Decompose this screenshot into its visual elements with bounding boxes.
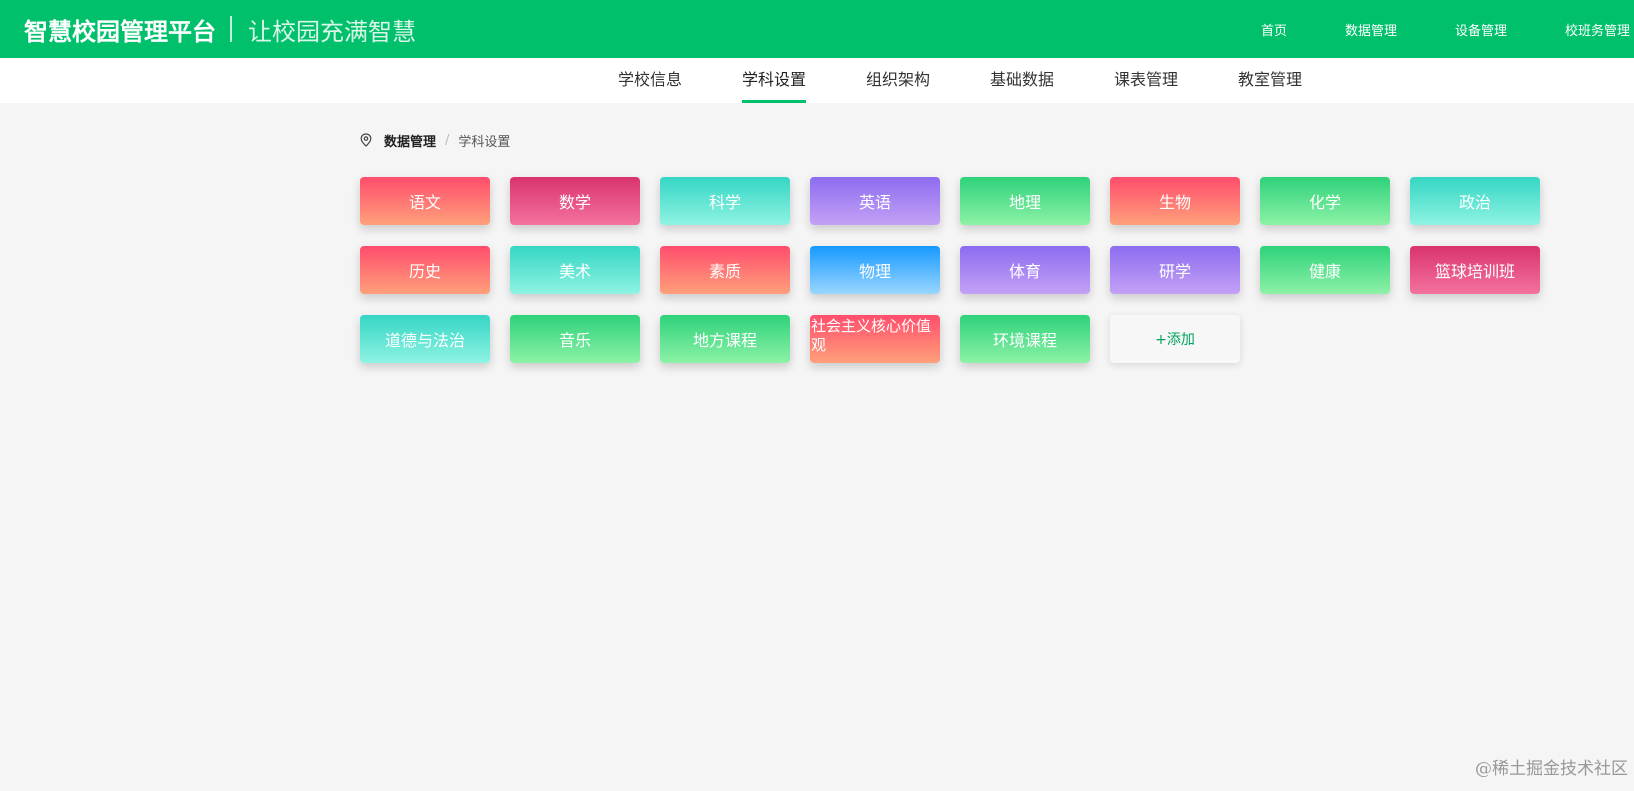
subject-card-music[interactable]: 音乐 <box>510 315 640 363</box>
subject-card-science[interactable]: 科学 <box>660 177 790 225</box>
breadcrumb-current: 学科设置 <box>458 134 511 150</box>
brand: 智慧校园管理平台 让校园充满智慧 <box>24 0 416 58</box>
tab-school-info[interactable]: 学校信息 <box>618 58 682 103</box>
subject-card-biology[interactable]: 生物 <box>1110 177 1240 225</box>
tab-organization[interactable]: 组织架构 <box>866 58 930 103</box>
subject-card-local-course[interactable]: 地方课程 <box>660 315 790 363</box>
top-nav-device-management[interactable]: 设备管理 <box>1455 20 1507 39</box>
subject-card-study-tour[interactable]: 研学 <box>1110 246 1240 294</box>
app-title: 智慧校园管理平台 <box>24 17 216 46</box>
sub-nav: 学校信息 学科设置 组织架构 基础数据 课表管理 教室管理 <box>0 58 1634 103</box>
subject-card-health[interactable]: 健康 <box>1260 246 1390 294</box>
subject-card-geography[interactable]: 地理 <box>960 177 1090 225</box>
tab-subject-settings[interactable]: 学科设置 <box>742 58 807 103</box>
subject-card-history[interactable]: 历史 <box>360 246 490 294</box>
top-nav: 首页 数据管理 设备管理 校班务管理 <box>1203 0 1634 58</box>
breadcrumb: 数据管理 / 学科设置 <box>360 130 510 150</box>
top-header: 智慧校园管理平台 让校园充满智慧 首页 数据管理 设备管理 校班务管理 <box>0 0 1634 58</box>
subject-card-politics[interactable]: 政治 <box>1410 177 1540 225</box>
subject-card-core-values[interactable]: 社会主义核心价值观 <box>810 315 940 363</box>
subject-card-morality-law[interactable]: 道德与法治 <box>360 315 490 363</box>
subject-card-environment[interactable]: 环境课程 <box>960 315 1090 363</box>
top-nav-home[interactable]: 首页 <box>1261 20 1287 39</box>
tab-timetable[interactable]: 课表管理 <box>1114 58 1178 103</box>
breadcrumb-separator: / <box>445 132 450 148</box>
subject-card-art[interactable]: 美术 <box>510 246 640 294</box>
subject-card-quality[interactable]: 素质 <box>660 246 790 294</box>
subject-card-basketball[interactable]: 篮球培训班 <box>1410 246 1540 294</box>
subject-card-chemistry[interactable]: 化学 <box>1260 177 1390 225</box>
subject-card-pe[interactable]: 体育 <box>960 246 1090 294</box>
location-pin-icon <box>360 133 372 147</box>
top-nav-class-affairs[interactable]: 校班务管理 <box>1565 20 1630 39</box>
tab-basic-data[interactable]: 基础数据 <box>990 58 1054 103</box>
app-slogan: 让校园充满智慧 <box>248 17 416 46</box>
top-nav-data-management[interactable]: 数据管理 <box>1345 20 1397 39</box>
tab-classroom[interactable]: 教室管理 <box>1238 58 1302 103</box>
title-divider <box>230 16 232 42</box>
add-subject-button[interactable]: +添加 <box>1110 315 1240 363</box>
subject-card-physics[interactable]: 物理 <box>810 246 940 294</box>
breadcrumb-root[interactable]: 数据管理 <box>384 131 436 150</box>
watermark: @稀土掘金技术社区 <box>1475 759 1628 779</box>
subject-grid: 语文 数学 科学 英语 地理 生物 化学 政治 历史 美术 素质 物理 体育 研… <box>360 177 1560 377</box>
subject-card-math[interactable]: 数学 <box>510 177 640 225</box>
subject-card-chinese[interactable]: 语文 <box>360 177 490 225</box>
subject-card-english[interactable]: 英语 <box>810 177 940 225</box>
